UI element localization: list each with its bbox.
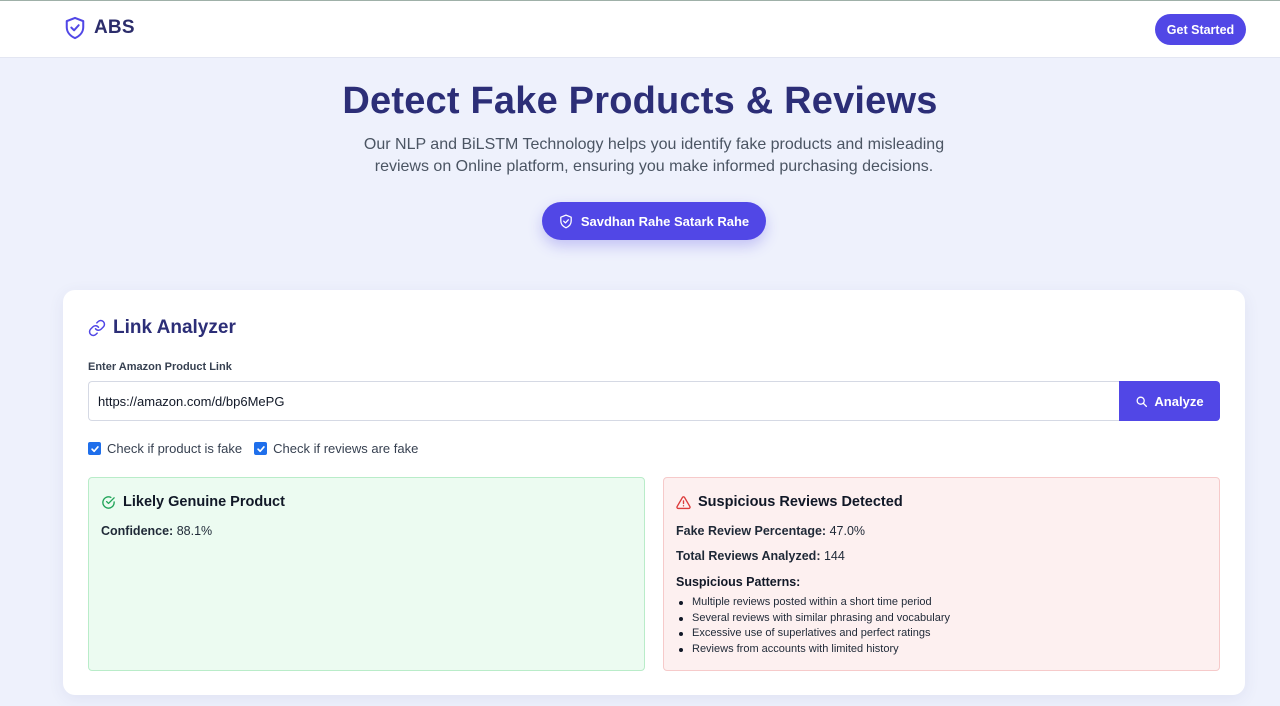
product-result-header: Likely Genuine Product — [101, 494, 285, 510]
navbar: ABS Get Started — [0, 1, 1280, 58]
check-options: Check if product is fake Check if review… — [88, 441, 418, 456]
hero-subtitle: Our NLP and BiLSTM Technology helps you … — [363, 136, 945, 175]
card-header: Link Analyzer — [88, 317, 236, 339]
review-result-title: Suspicious Reviews Detected — [698, 494, 903, 510]
product-result-title: Likely Genuine Product — [123, 494, 285, 510]
product-result-panel: Likely Genuine Product Confidence: 88.1% — [88, 477, 645, 671]
shield-check-icon — [559, 214, 572, 228]
shield-check-icon — [65, 16, 85, 40]
fake-percentage-label: Fake Review Percentage: — [676, 524, 827, 538]
review-result-panel: Suspicious Reviews Detected Fake Review … — [663, 477, 1220, 671]
confidence-value: 88.1% — [176, 524, 213, 538]
checkmark-icon — [256, 445, 265, 452]
alert-triangle-icon — [676, 495, 691, 509]
review-result-header: Suspicious Reviews Detected — [676, 494, 903, 510]
check-circle-icon — [102, 495, 115, 509]
pattern-list: Multiple reviews posted within a short t… — [678, 595, 950, 658]
savdhan-rahe-label: Savdhan Rahe Satark Rahe — [580, 213, 750, 229]
confidence-row: Confidence: 88.1% — [101, 524, 212, 538]
fake-percentage-row: Fake Review Percentage: 47.0% — [676, 524, 865, 538]
confidence-label: Confidence: — [101, 524, 174, 538]
analyze-label: Analyze — [1154, 393, 1204, 409]
card-title: Link Analyzer — [113, 317, 236, 338]
link-field-label: Enter Amazon Product Link — [88, 361, 232, 373]
link-icon — [88, 319, 106, 337]
list-item: Reviews from accounts with limited histo… — [678, 642, 950, 658]
total-reviews-value: 144 — [823, 549, 845, 563]
savdhan-rahe-button[interactable]: Savdhan Rahe Satark Rahe — [542, 202, 766, 240]
patterns-label: Suspicious Patterns: — [676, 575, 801, 589]
check-reviews-fake[interactable]: Check if reviews are fake — [254, 441, 418, 456]
check-product-fake[interactable]: Check if product is fake — [88, 441, 242, 456]
link-analyzer-card: Link Analyzer Enter Amazon Product Link … — [63, 290, 1245, 695]
check-product-fake-label: Check if product is fake — [107, 441, 243, 456]
list-item: Several reviews with similar phrasing an… — [678, 611, 950, 627]
list-item: Excessive use of superlatives and perfec… — [678, 626, 950, 642]
checkbox-reviews-fake[interactable] — [254, 442, 268, 455]
product-link-input[interactable] — [88, 381, 1120, 421]
list-item: Multiple reviews posted within a short t… — [678, 595, 950, 611]
search-icon — [1136, 396, 1148, 407]
check-reviews-fake-label: Check if reviews are fake — [273, 441, 419, 456]
checkmark-icon — [90, 445, 99, 452]
brand-name: ABS — [94, 17, 135, 38]
total-reviews-label: Total Reviews Analyzed: — [676, 549, 821, 563]
get-started-button[interactable]: Get Started — [1155, 14, 1246, 45]
checkbox-product-fake[interactable] — [88, 442, 101, 455]
analyze-button[interactable]: Analyze — [1119, 381, 1220, 421]
brand[interactable]: ABS — [64, 16, 135, 40]
total-reviews-row: Total Reviews Analyzed: 144 — [676, 549, 845, 563]
hero-title: Detect Fake Products & Reviews — [342, 80, 938, 122]
fake-percentage-value: 47.0% — [829, 524, 866, 538]
